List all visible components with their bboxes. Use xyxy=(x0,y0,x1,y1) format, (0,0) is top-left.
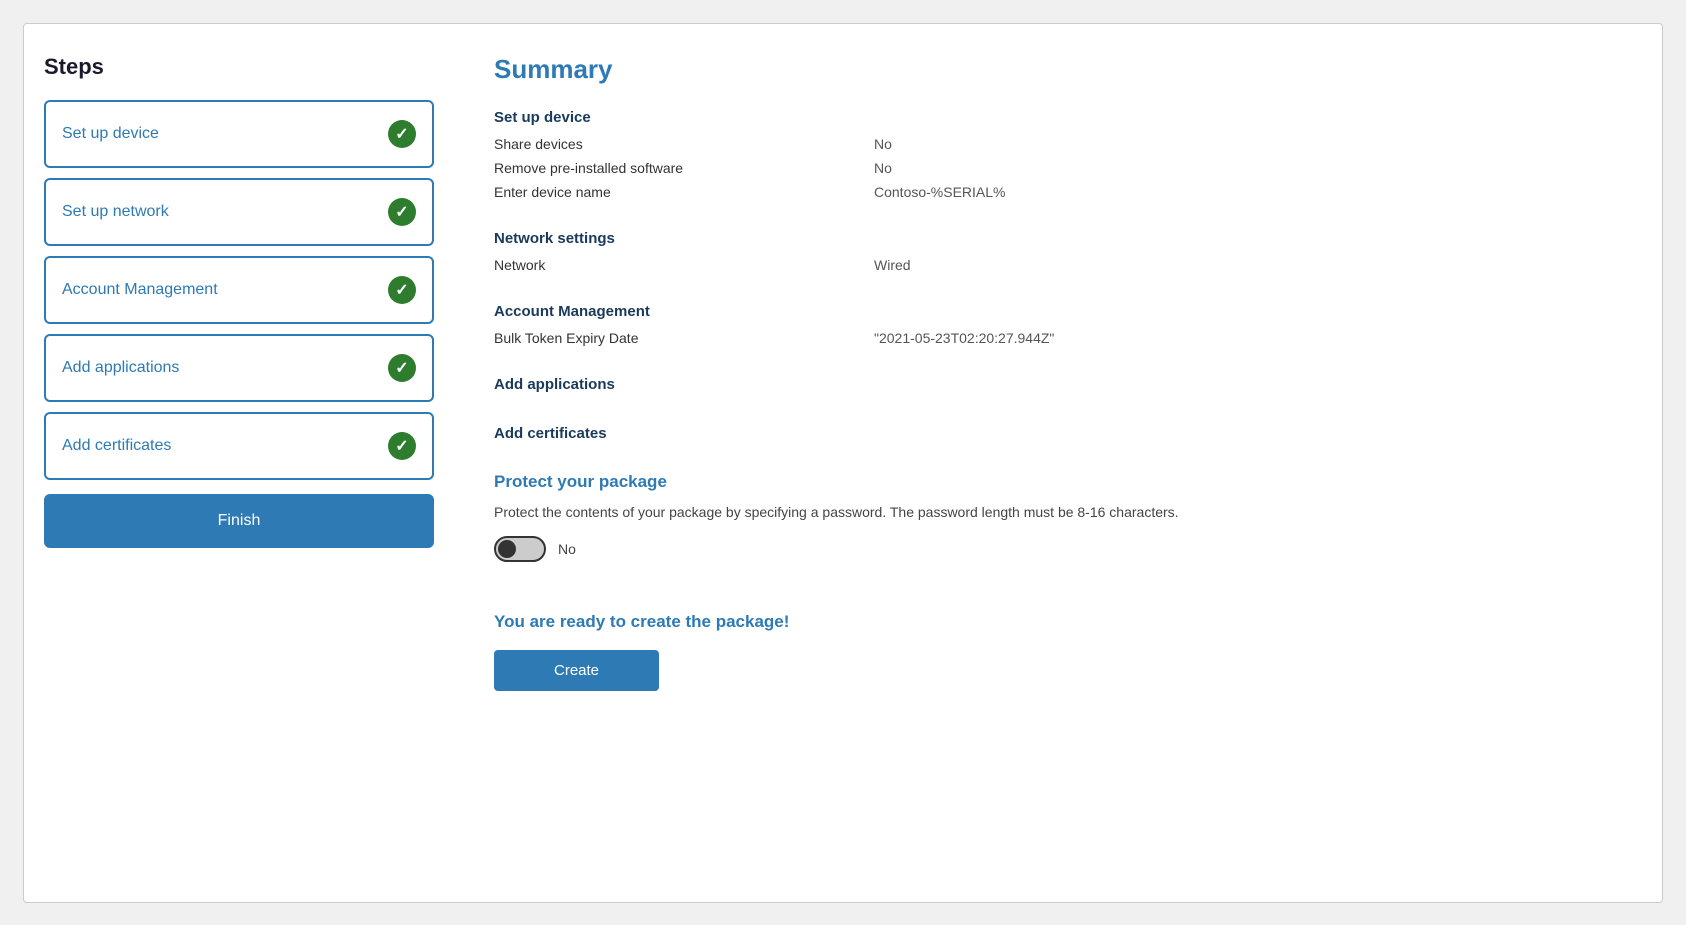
summary-panel: Summary Set up device Share devices No R… xyxy=(494,54,1632,872)
step-add-applications-check-icon xyxy=(388,354,416,382)
section-heading-account: Account Management xyxy=(494,303,1622,320)
row-bulk-token-label: Bulk Token Expiry Date xyxy=(494,330,874,346)
main-container: Steps Set up device Set up network Accou… xyxy=(23,23,1663,903)
step-set-up-network-check-icon xyxy=(388,198,416,226)
step-add-certificates[interactable]: Add certificates xyxy=(44,412,434,480)
divider-3 xyxy=(494,354,1622,370)
section-heading-setup-device: Set up device xyxy=(494,109,1622,126)
section-heading-add-certs: Add certificates xyxy=(494,425,1622,442)
row-remove-preinstalled-value: No xyxy=(874,160,892,176)
row-bulk-token: Bulk Token Expiry Date "2021-05-23T02:20… xyxy=(494,330,1622,348)
step-set-up-device-label: Set up device xyxy=(62,125,159,143)
step-add-applications-label: Add applications xyxy=(62,359,179,377)
row-share-devices: Share devices No xyxy=(494,136,1622,154)
row-network: Network Wired xyxy=(494,257,1622,275)
row-network-value: Wired xyxy=(874,257,911,273)
row-device-name: Enter device name Contoso-%SERIAL% xyxy=(494,184,1622,202)
row-bulk-token-value: "2021-05-23T02:20:27.944Z" xyxy=(874,330,1054,346)
step-set-up-network[interactable]: Set up network xyxy=(44,178,434,246)
section-heading-network: Network settings xyxy=(494,230,1622,247)
row-device-name-value: Contoso-%SERIAL% xyxy=(874,184,1006,200)
divider-4 xyxy=(494,403,1622,419)
protect-title: Protect your package xyxy=(494,472,1622,492)
protect-toggle[interactable] xyxy=(494,536,546,562)
steps-panel: Steps Set up device Set up network Accou… xyxy=(44,54,434,872)
step-account-management-label: Account Management xyxy=(62,281,218,299)
step-set-up-device[interactable]: Set up device xyxy=(44,100,434,168)
row-remove-preinstalled: Remove pre-installed software No xyxy=(494,160,1622,178)
row-network-label: Network xyxy=(494,257,874,273)
toggle-knob xyxy=(498,540,516,558)
step-account-management-check-icon xyxy=(388,276,416,304)
row-remove-preinstalled-label: Remove pre-installed software xyxy=(494,160,874,176)
protect-section: Protect your package Protect the content… xyxy=(494,472,1622,562)
steps-title: Steps xyxy=(44,54,434,80)
ready-section: You are ready to create the package! Cre… xyxy=(494,612,1622,691)
row-share-devices-value: No xyxy=(874,136,892,152)
step-add-applications[interactable]: Add applications xyxy=(44,334,434,402)
step-add-certificates-label: Add certificates xyxy=(62,437,171,455)
step-account-management[interactable]: Account Management xyxy=(44,256,434,324)
step-add-certificates-check-icon xyxy=(388,432,416,460)
protect-toggle-label: No xyxy=(558,541,576,557)
step-set-up-network-label: Set up network xyxy=(62,203,169,221)
summary-title: Summary xyxy=(494,54,1622,85)
ready-title: You are ready to create the package! xyxy=(494,612,1622,632)
protect-desc: Protect the contents of your package by … xyxy=(494,504,1394,520)
divider-1 xyxy=(494,208,1622,224)
row-device-name-label: Enter device name xyxy=(494,184,874,200)
step-set-up-device-check-icon xyxy=(388,120,416,148)
finish-button[interactable]: Finish xyxy=(44,494,434,548)
create-button[interactable]: Create xyxy=(494,650,659,691)
section-heading-add-apps: Add applications xyxy=(494,376,1622,393)
toggle-track xyxy=(494,536,546,562)
divider-2 xyxy=(494,281,1622,297)
protect-toggle-row: No xyxy=(494,536,1622,562)
row-share-devices-label: Share devices xyxy=(494,136,874,152)
